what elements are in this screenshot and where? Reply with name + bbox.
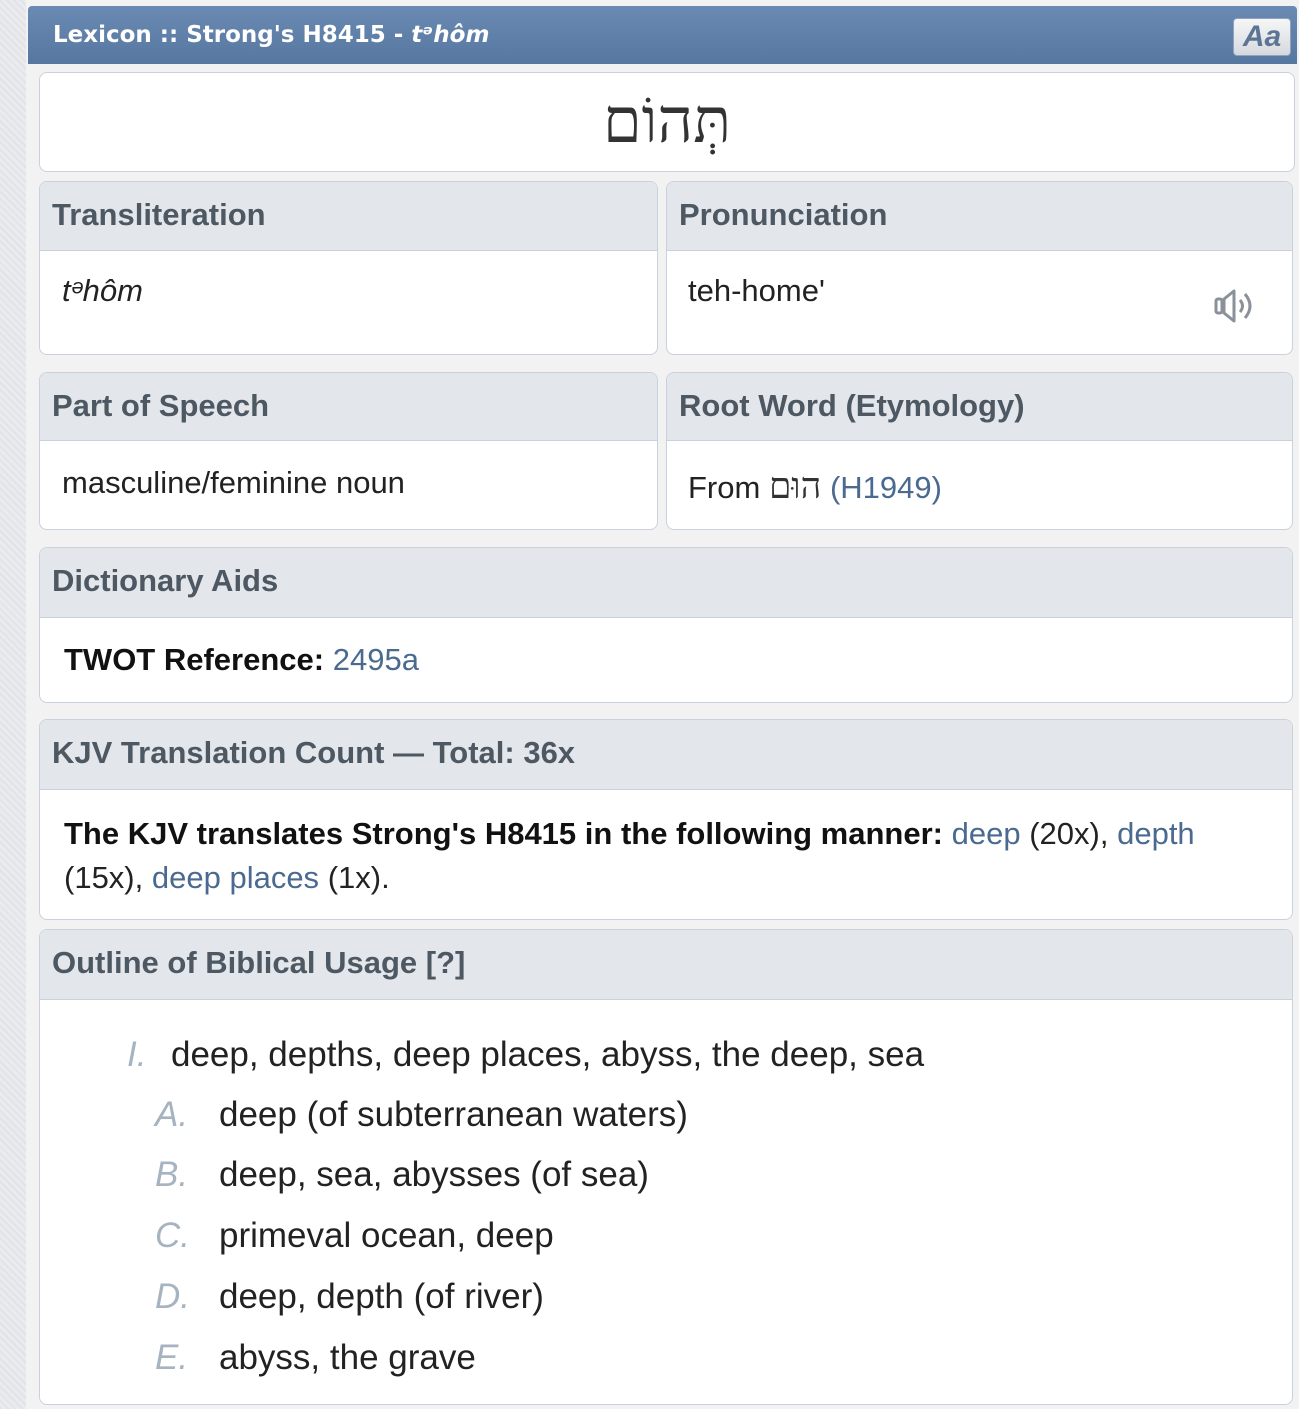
outline-item: A. deep (of subterranean waters) [155, 1095, 688, 1135]
pronunciation-value: teh-home' [688, 273, 825, 308]
outline-marker: C. [155, 1216, 190, 1255]
root-word-strongs-link[interactable]: (H1949) [830, 470, 942, 505]
outline-text: primeval ocean, deep [219, 1216, 554, 1255]
transliteration-header: Transliteration [40, 182, 657, 251]
outline-item: B. deep, sea, abysses (of sea) [155, 1155, 649, 1195]
lexicon-titlebar: Lexicon :: Strong's H8415 - tᵊhôm Aa [28, 6, 1297, 64]
part-of-speech-value: masculine/feminine noun [62, 465, 405, 500]
lexicon-panel: Lexicon :: Strong's H8415 - tᵊhôm Aa תְּ… [26, 0, 1299, 1409]
outline-item: I. deep, depths, deep places, abyss, the … [127, 1035, 924, 1075]
root-word-hebrew[interactable]: הוּם [769, 466, 821, 507]
transliteration-card: Transliteration tᵊhôm [39, 181, 658, 355]
left-sidebar-strip [0, 0, 26, 1409]
kjv-word-count: (20x) [1029, 816, 1100, 851]
separator: , [1099, 816, 1118, 851]
part-of-speech-header: Part of Speech [40, 373, 657, 441]
period: . [381, 860, 390, 895]
outline-marker: B. [155, 1155, 189, 1194]
outline-body: I. deep, depths, deep places, abyss, the … [40, 1000, 1292, 1404]
twot-reference-link[interactable]: 2495a [333, 642, 419, 677]
kjv-word-link[interactable]: deep places [152, 860, 319, 895]
kjv-translation-body: The KJV translates Strong's H8415 in the… [40, 790, 1292, 900]
outline-marker: A. [155, 1095, 189, 1134]
window-title: Lexicon :: Strong's H8415 - tᵊhôm [53, 22, 489, 48]
twot-label: TWOT Reference: [64, 642, 325, 677]
root-word-header: Root Word (Etymology) [667, 373, 1292, 441]
dictionary-aids-header: Dictionary Aids [40, 548, 1292, 618]
part-of-speech-card: Part of Speech masculine/feminine noun [39, 372, 658, 530]
root-word-card: Root Word (Etymology) From הוּם (H1949) [666, 372, 1293, 530]
speaker-icon[interactable] [1212, 286, 1264, 326]
separator: , [134, 860, 152, 895]
kjv-word-link[interactable]: deep [952, 816, 1021, 851]
dictionary-aids-body: TWOT Reference: 2495a [40, 618, 1292, 678]
outline-card: Outline of Biblical Usage [?] I. deep, de… [39, 929, 1293, 1405]
pronunciation-card: Pronunciation teh-home' [666, 181, 1293, 355]
outline-header-label[interactable]: Outline of Biblical Usage [?] [52, 945, 465, 980]
pronunciation-header: Pronunciation [667, 182, 1292, 251]
kjv-translation-header: KJV Translation Count — Total: 36x [40, 720, 1292, 790]
root-word-value: From הוּם (H1949) [667, 441, 1292, 507]
title-term: tᵊhôm [411, 22, 490, 48]
transliteration-value: tᵊhôm [62, 273, 143, 308]
kjv-word-link[interactable]: depth [1117, 816, 1195, 851]
outline-text: deep, depths, deep places, abyss, the de… [171, 1035, 925, 1074]
outline-marker: D. [155, 1277, 190, 1316]
hebrew-headword: תְּהוֹם [602, 84, 732, 157]
dictionary-aids-card: Dictionary Aids TWOT Reference: 2495a [39, 547, 1293, 703]
outline-item: C. primeval ocean, deep [155, 1216, 554, 1256]
kjv-intro: The KJV translates Strong's H8415 in the… [64, 816, 943, 851]
outline-text: deep, sea, abysses (of sea) [219, 1155, 649, 1194]
outline-item: D. deep, depth (of river) [155, 1277, 544, 1317]
outline-text: deep (of subterranean waters) [219, 1095, 688, 1134]
root-word-prefix: From [688, 470, 769, 505]
title-prefix: Lexicon :: Strong's H8415 - [53, 22, 412, 48]
kjv-word-count: (1x) [327, 860, 382, 895]
outline-item: E. abyss, the grave [155, 1338, 476, 1378]
outline-text: deep, depth (of river) [219, 1277, 544, 1316]
font-size-button[interactable]: Aa [1233, 18, 1291, 56]
kjv-translation-card: KJV Translation Count — Total: 36x The K… [39, 719, 1293, 920]
headword-card: תְּהוֹם [39, 72, 1295, 172]
outline-text: abyss, the grave [219, 1338, 476, 1377]
outline-marker: E. [155, 1338, 189, 1377]
kjv-word-count: (15x) [64, 860, 135, 895]
outline-marker: I. [127, 1035, 147, 1074]
outline-header: Outline of Biblical Usage [?] [40, 930, 1292, 1000]
